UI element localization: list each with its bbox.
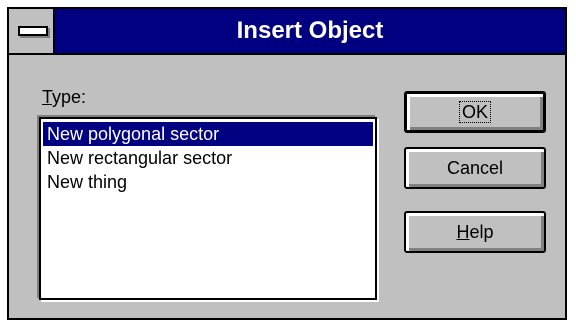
system-menu-icon (18, 26, 48, 36)
help-button-rest: elp (469, 222, 494, 242)
type-listbox[interactable]: New polygonal sector New rectangular sec… (39, 117, 377, 300)
list-item[interactable]: New rectangular sector (43, 146, 373, 170)
type-label-rest: ype: (52, 87, 87, 107)
list-item[interactable]: New thing (43, 170, 373, 194)
type-label: Type: (42, 87, 86, 108)
ok-button[interactable]: OK (404, 91, 546, 133)
insert-object-dialog: Insert Object Type: New polygonal sector… (7, 7, 567, 320)
dialog-title: Insert Object (236, 17, 384, 44)
help-button[interactable]: Help (404, 211, 546, 253)
ok-button-label: OK (458, 101, 491, 123)
help-button-accel: H (456, 222, 470, 242)
system-menu-button[interactable] (9, 9, 55, 53)
type-label-accel: T (42, 87, 53, 107)
title-bar[interactable]: Insert Object (9, 9, 565, 55)
list-item[interactable]: New polygonal sector (43, 122, 373, 146)
cancel-button[interactable]: Cancel (404, 147, 546, 189)
